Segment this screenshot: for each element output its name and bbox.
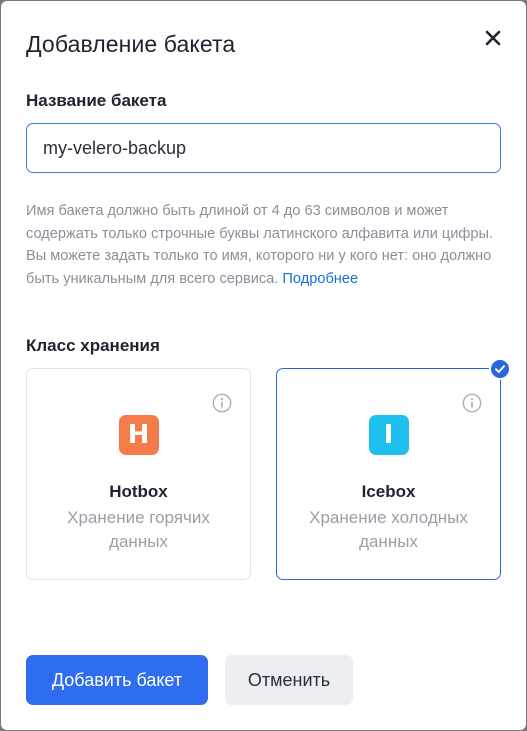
storage-class-name: Hotbox <box>109 482 168 501</box>
bucket-name-hint: Имя бакета должно быть длиной от 4 до 63… <box>26 200 496 290</box>
learn-more-link[interactable]: Подробнее <box>282 271 358 287</box>
add-bucket-dialog: Добавление бакета Название бакета Имя ба… <box>1 1 526 730</box>
bucket-name-hint-text: Имя бакета должно быть длиной от 4 до 63… <box>26 203 494 287</box>
cancel-button[interactable]: Отменить <box>225 655 353 705</box>
storage-class-description: Хранение холодных данных <box>309 508 468 551</box>
icebox-logo-icon: I <box>368 415 409 455</box>
hotbox-logo-icon: H <box>118 415 159 455</box>
add-bucket-button[interactable]: Добавить бакет <box>26 655 208 705</box>
bucket-name-label: Название бакета <box>26 91 167 110</box>
info-icon[interactable] <box>462 393 482 413</box>
storage-class-name: Icebox <box>361 482 416 501</box>
storage-class-icebox-card[interactable]: I Icebox Хранение холодных данных <box>276 368 501 580</box>
info-icon[interactable] <box>212 393 232 413</box>
selected-check-icon <box>489 358 511 380</box>
bucket-name-input[interactable] <box>26 123 501 173</box>
close-button[interactable] <box>480 25 506 51</box>
storage-class-description: Хранение горячих данных <box>67 508 210 551</box>
close-icon <box>485 30 501 46</box>
storage-class-label: Класс хранения <box>26 336 160 355</box>
storage-class-hotbox-card[interactable]: H Hotbox Хранение горячих данных <box>26 368 251 580</box>
dialog-title: Добавление бакета <box>26 31 236 57</box>
